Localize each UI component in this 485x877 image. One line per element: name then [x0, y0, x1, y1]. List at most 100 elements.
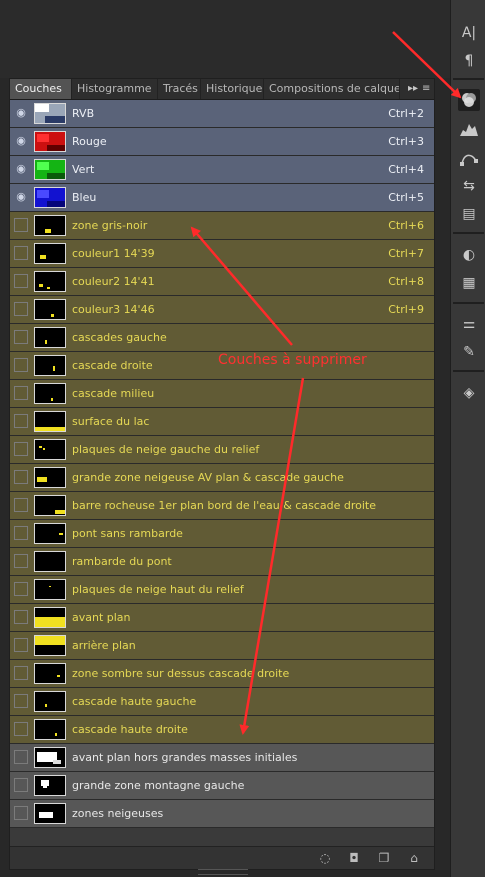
channel-thumbnail [34, 551, 66, 572]
channel-shortcut: Ctrl+4 [388, 163, 424, 176]
channels-icon[interactable] [458, 89, 480, 111]
channel-name: Rouge [72, 135, 107, 148]
layer-comps-icon[interactable]: ▤ [458, 203, 480, 225]
channel-row[interactable]: ◉ Rouge Ctrl+3 [10, 128, 434, 156]
channel-shortcut: Ctrl+8 [388, 275, 424, 288]
eye-icon[interactable]: ◉ [14, 162, 28, 176]
visibility-toggle[interactable] [14, 498, 28, 512]
channel-name: zone gris-noir [72, 219, 148, 232]
layers-icon[interactable]: ◈ [458, 382, 480, 404]
channel-thumbnail [34, 523, 66, 544]
visibility-toggle[interactable] [14, 778, 28, 792]
visibility-toggle[interactable] [14, 554, 28, 568]
channel-name: cascade droite [72, 359, 153, 372]
visibility-toggle[interactable] [14, 442, 28, 456]
channel-shortcut: Ctrl+9 [388, 303, 424, 316]
visibility-toggle[interactable] [14, 330, 28, 344]
eye-icon[interactable]: ◉ [14, 134, 28, 148]
load-selection-icon[interactable]: ◌ [317, 850, 333, 866]
channel-row[interactable]: plaques de neige gauche du relief [10, 436, 434, 464]
tab-compositions[interactable]: Compositions de calque [264, 79, 400, 99]
channel-name: couleur1 14'39 [72, 247, 155, 260]
paths-icon[interactable] [458, 147, 480, 169]
channel-row[interactable]: grande zone montagne gauche [10, 772, 434, 800]
visibility-toggle[interactable] [14, 302, 28, 316]
channel-row[interactable]: plaques de neige haut du relief [10, 576, 434, 604]
visibility-toggle[interactable] [14, 582, 28, 596]
channel-row[interactable]: cascades gauche [10, 324, 434, 352]
visibility-toggle[interactable] [14, 694, 28, 708]
tab-traces[interactable]: Tracés [158, 79, 201, 99]
channel-row[interactable]: avant plan [10, 604, 434, 632]
channel-row[interactable]: cascade milieu [10, 380, 434, 408]
channel-row[interactable]: ◉ Vert Ctrl+4 [10, 156, 434, 184]
visibility-toggle[interactable] [14, 806, 28, 820]
channel-row[interactable]: surface du lac [10, 408, 434, 436]
channel-name: surface du lac [72, 415, 150, 428]
channel-row[interactable]: couleur1 14'39 Ctrl+7 [10, 240, 434, 268]
channel-thumbnail [34, 383, 66, 404]
channel-row[interactable]: rambarde du pont [10, 548, 434, 576]
brush-presets-icon[interactable]: ⚌ [458, 313, 480, 335]
channel-row[interactable]: zone gris-noir Ctrl+6 [10, 212, 434, 240]
channel-name: grande zone neigeuse AV plan & cascade g… [72, 471, 344, 484]
new-channel-icon[interactable]: ❐ [376, 850, 392, 866]
visibility-toggle[interactable] [14, 750, 28, 764]
channel-row[interactable]: couleur3 14'46 Ctrl+9 [10, 296, 434, 324]
channel-row[interactable]: ◉ Bleu Ctrl+5 [10, 184, 434, 212]
visibility-toggle[interactable] [14, 414, 28, 428]
visibility-toggle[interactable] [14, 358, 28, 372]
toolbar-separator [453, 232, 484, 234]
visibility-toggle[interactable] [14, 526, 28, 540]
tab-couches[interactable]: Couches [10, 79, 72, 99]
resize-grip[interactable] [198, 869, 248, 875]
channel-name: cascade milieu [72, 387, 155, 400]
visibility-toggle[interactable] [14, 470, 28, 484]
visibility-toggle[interactable] [14, 610, 28, 624]
save-selection-icon[interactable]: ◘ [346, 850, 362, 866]
channel-row[interactable]: cascade haute gauche [10, 688, 434, 716]
channel-row[interactable]: barre rocheuse 1er plan bord de l'eau & … [10, 492, 434, 520]
visibility-toggle[interactable] [14, 666, 28, 680]
channel-thumbnail [34, 215, 66, 236]
panel-menu-icon[interactable]: ≡ [422, 79, 430, 99]
visibility-toggle[interactable] [14, 722, 28, 736]
paragraph-icon[interactable]: ¶ [458, 50, 480, 72]
visibility-toggle[interactable] [14, 218, 28, 232]
trash-icon[interactable]: ⌂ [406, 850, 422, 866]
eye-icon[interactable]: ◉ [14, 190, 28, 204]
visibility-toggle[interactable] [14, 246, 28, 260]
channel-thumbnail [34, 411, 66, 432]
channel-name: barre rocheuse 1er plan bord de l'eau & … [72, 499, 376, 512]
channel-thumbnail [34, 803, 66, 824]
channel-name: pont sans rambarde [72, 527, 183, 540]
expand-tabs-icon[interactable]: ▸▸ [408, 79, 418, 99]
histogram-icon[interactable] [458, 118, 480, 140]
channel-row[interactable]: pont sans rambarde [10, 520, 434, 548]
toolbar-separator [453, 302, 484, 304]
character-icon[interactable]: A| [458, 22, 480, 44]
channel-row[interactable]: zones neigeuses [10, 800, 434, 828]
tab-histogramme[interactable]: Histogramme [72, 79, 158, 99]
channel-thumbnail [34, 635, 66, 656]
channel-name: avant plan hors grandes masses initiales [72, 751, 298, 764]
visibility-toggle[interactable] [14, 638, 28, 652]
styles-icon[interactable]: ▦ [458, 272, 480, 294]
visibility-toggle[interactable] [14, 274, 28, 288]
history-icon[interactable]: ⇆ [458, 175, 480, 197]
channel-row[interactable]: zone sombre sur dessus cascade droite [10, 660, 434, 688]
channel-name: RVB [72, 107, 95, 120]
channel-row[interactable]: ◉ RVB Ctrl+2 [10, 100, 434, 128]
channel-row[interactable]: cascade haute droite [10, 716, 434, 744]
adjustments-icon[interactable]: ◐ [458, 244, 480, 266]
eye-icon[interactable]: ◉ [14, 106, 28, 120]
channel-row[interactable]: couleur2 14'41 Ctrl+8 [10, 268, 434, 296]
brush-icon[interactable]: ✎ [458, 341, 480, 363]
channel-row[interactable]: arrière plan [10, 632, 434, 660]
visibility-toggle[interactable] [14, 386, 28, 400]
tab-historique[interactable]: Historique [201, 79, 264, 99]
channel-row[interactable]: avant plan hors grandes masses initiales [10, 744, 434, 772]
top-background [0, 0, 450, 78]
channel-row[interactable]: grande zone neigeuse AV plan & cascade g… [10, 464, 434, 492]
panel-footer: ◌ ◘ ❐ ⌂ [10, 846, 434, 875]
